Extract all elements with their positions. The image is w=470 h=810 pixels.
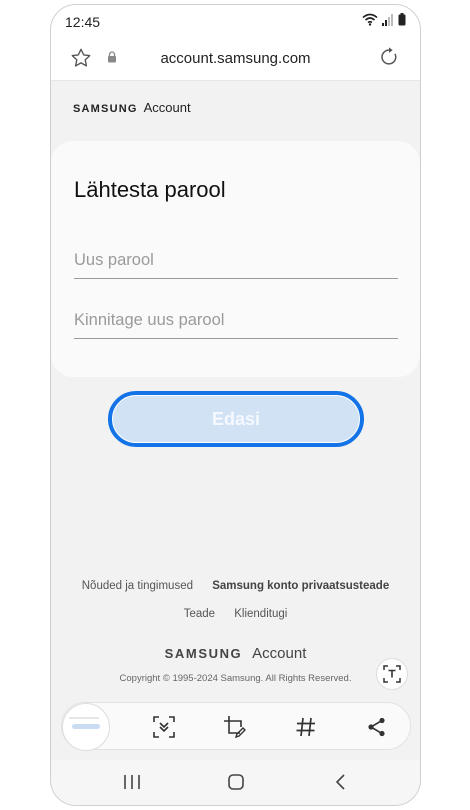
phone-screen: 12:45 account.samsung.com SAMSUNG Accoun… — [50, 4, 421, 806]
signal-icon — [382, 14, 393, 26]
back-icon[interactable] — [334, 774, 348, 790]
crop-edit-button[interactable] — [222, 714, 248, 740]
confirm-password-input[interactable] — [74, 303, 398, 338]
footer-links-row-2: Teade Klienditugi — [51, 608, 420, 620]
reload-icon[interactable] — [378, 46, 400, 68]
confirm-password-field-wrapper — [74, 303, 398, 339]
home-icon[interactable] — [227, 774, 245, 790]
scroll-capture-button[interactable] — [151, 714, 177, 740]
browser-address-bar: account.samsung.com — [51, 37, 420, 81]
text-extract-button[interactable] — [376, 658, 408, 690]
text-extract-icon — [383, 665, 401, 683]
url-text[interactable]: account.samsung.com — [51, 50, 420, 67]
share-button[interactable] — [364, 714, 390, 740]
recents-icon[interactable] — [123, 774, 141, 790]
hashtag-icon — [296, 717, 315, 737]
capture-toolbar — [61, 702, 411, 751]
samsung-wordmark: SAMSUNG — [73, 103, 138, 115]
footer-samsung-account-logo: SAMSUNG Account — [51, 645, 420, 662]
crop-edit-icon — [224, 716, 246, 739]
terms-link[interactable]: Nõuded ja tingimused — [82, 580, 193, 592]
samsung-account-logo: SAMSUNG Account — [73, 100, 191, 115]
status-time: 12:45 — [65, 14, 101, 30]
support-link[interactable]: Klienditugi — [234, 608, 287, 620]
status-bar: 12:45 — [51, 5, 420, 37]
status-icons — [362, 13, 406, 26]
screenshot-thumbnail[interactable] — [62, 703, 110, 751]
hashtag-button[interactable] — [293, 714, 319, 740]
battery-icon — [398, 13, 406, 26]
privacy-link[interactable]: Samsung konto privaatsusteade — [212, 580, 389, 592]
next-button[interactable]: Edasi — [108, 391, 364, 447]
system-navigation-bar — [51, 760, 420, 805]
notice-link[interactable]: Teade — [184, 608, 215, 620]
footer-links-row-1: Nõuded ja tingimused Samsung konto priva… — [51, 580, 420, 592]
new-password-field-wrapper — [74, 243, 398, 279]
share-icon — [368, 717, 385, 737]
reset-password-card: Lähtesta parool — [51, 141, 420, 377]
footer-account-wordmark: Account — [252, 645, 307, 662]
footer-samsung-wordmark: SAMSUNG — [164, 646, 243, 661]
account-wordmark: Account — [143, 100, 191, 115]
copyright-text: Copyright © 1995-2024 Samsung. All Right… — [119, 673, 352, 684]
page-title: Lähtesta parool — [74, 177, 226, 202]
wifi-icon — [362, 13, 378, 26]
new-password-input[interactable] — [74, 243, 398, 278]
scan-icon — [153, 716, 175, 738]
